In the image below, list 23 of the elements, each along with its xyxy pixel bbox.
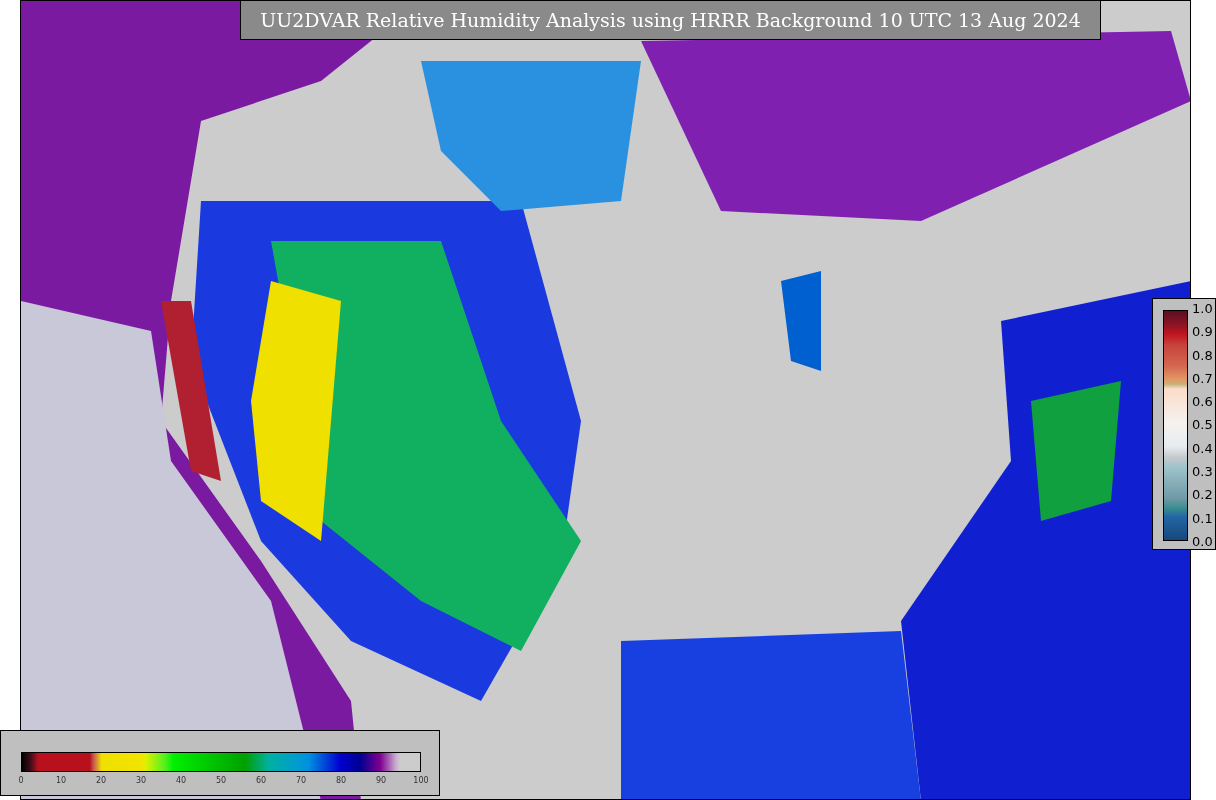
tick-label: 0: [17, 775, 25, 787]
tick-label: 100: [412, 775, 430, 787]
tick-label: 1.0: [1192, 301, 1213, 316]
tick-label: 0.7: [1192, 370, 1213, 386]
tick-label: 0.5: [1192, 417, 1213, 433]
tick-label: 80: [334, 775, 348, 787]
tick-label: 0.0: [1192, 533, 1213, 549]
tick-label: 0.2: [1192, 487, 1213, 503]
tick-label: 20: [94, 775, 108, 787]
tick-label: 40: [174, 775, 188, 787]
tick-label: 50: [214, 775, 228, 787]
tick-label: 0.4: [1192, 440, 1213, 456]
tick-label: 0.9: [1192, 324, 1213, 340]
tick-label: 60: [254, 775, 268, 787]
tick-label: 30: [134, 775, 148, 787]
tick-label: 90: [374, 775, 388, 787]
tick-label: 0.1: [1192, 510, 1213, 526]
tick-label: 0.6: [1192, 394, 1213, 410]
tick-label: 10: [54, 775, 68, 787]
tick-label: 0.3: [1192, 464, 1213, 480]
tick-label: 0.8: [1192, 347, 1213, 363]
tick-label: 70: [294, 775, 308, 787]
map-title: UU2DVAR Relative Humidity Analysis using HRRR Background 10 UTC 13 Aug 2024: [240, 0, 1101, 40]
